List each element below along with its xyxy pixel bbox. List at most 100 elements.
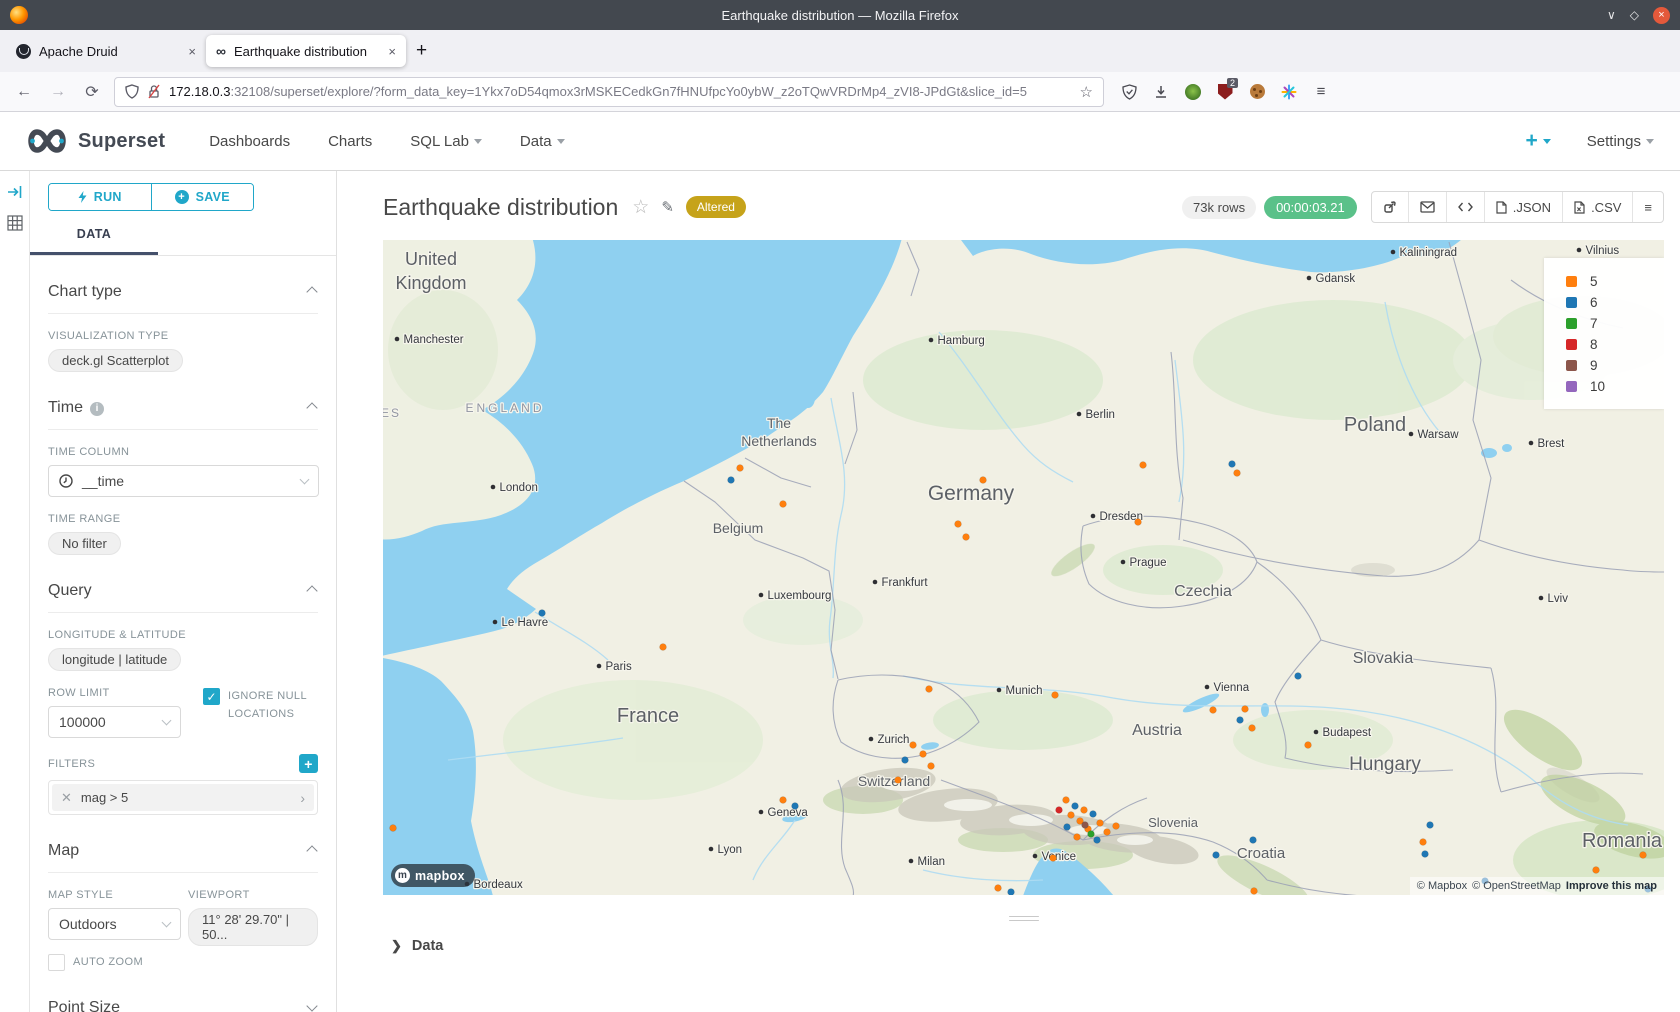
- data-point[interactable]: [1063, 797, 1070, 804]
- data-point[interactable]: [1094, 837, 1101, 844]
- window-close-button[interactable]: ×: [1653, 7, 1670, 24]
- data-point[interactable]: [980, 477, 987, 484]
- forward-button[interactable]: →: [46, 83, 70, 101]
- data-point[interactable]: [1593, 867, 1600, 874]
- back-button[interactable]: ←: [12, 83, 36, 101]
- data-point[interactable]: [1251, 888, 1258, 895]
- attribution-osm[interactable]: © OpenStreetMap: [1472, 880, 1561, 892]
- data-point[interactable]: [737, 465, 744, 472]
- nav-charts[interactable]: Charts: [328, 133, 372, 150]
- data-point[interactable]: [1295, 673, 1302, 680]
- attribution-mapbox[interactable]: © Mapbox: [1417, 880, 1467, 892]
- data-point[interactable]: [1081, 807, 1088, 814]
- nav-sql-lab[interactable]: SQL Lab: [410, 133, 482, 150]
- data-point[interactable]: [995, 885, 1002, 892]
- legend-item[interactable]: 5: [1544, 271, 1664, 292]
- data-point[interactable]: [1234, 470, 1241, 477]
- legend-item[interactable]: 10: [1544, 376, 1664, 397]
- tab-earthquake-distribution[interactable]: ∞ Earthquake distribution ×: [206, 35, 406, 67]
- bookmark-star-icon[interactable]: ☆: [1080, 83, 1093, 101]
- row-limit-select[interactable]: 100000: [48, 706, 181, 738]
- data-point[interactable]: [1072, 803, 1079, 810]
- shield-icon[interactable]: [125, 84, 139, 99]
- data-point[interactable]: [1135, 519, 1142, 526]
- lonlat-value[interactable]: longitude | latitude: [48, 648, 181, 671]
- mapbox-logo[interactable]: m mapbox: [391, 864, 475, 887]
- filter-expand-icon[interactable]: ›: [300, 790, 305, 806]
- save-button[interactable]: + SAVE: [151, 184, 254, 210]
- data-point[interactable]: [1242, 706, 1249, 713]
- export-csv-button[interactable]: .CSV: [1562, 192, 1632, 222]
- new-item-button[interactable]: +: [1526, 129, 1551, 153]
- menu-icon[interactable]: ≡: [1312, 83, 1330, 101]
- embed-code-button[interactable]: [1446, 192, 1484, 222]
- pocket-shield-icon[interactable]: [1120, 83, 1138, 101]
- window-minimize-icon[interactable]: ∨: [1607, 8, 1616, 22]
- data-results-panel[interactable]: ❯ Data: [383, 938, 1664, 954]
- privacy-badger-icon[interactable]: [1184, 83, 1202, 101]
- export-json-button[interactable]: .JSON: [1484, 192, 1562, 222]
- data-point[interactable]: [926, 686, 933, 693]
- data-point[interactable]: [920, 751, 927, 758]
- ublock-icon[interactable]: 2: [1216, 83, 1234, 101]
- data-point[interactable]: [955, 521, 962, 528]
- section-time[interactable]: Timei: [48, 399, 318, 430]
- viz-type-value[interactable]: deck.gl Scatterplot: [48, 349, 183, 372]
- data-point[interactable]: [1250, 837, 1257, 844]
- insecure-lock-icon[interactable]: [147, 84, 161, 99]
- email-button[interactable]: [1408, 192, 1446, 222]
- data-point[interactable]: [728, 477, 735, 484]
- data-point[interactable]: [1056, 807, 1063, 814]
- tab-close-icon[interactable]: ×: [388, 44, 396, 59]
- data-point[interactable]: [895, 777, 902, 784]
- data-point[interactable]: [1229, 461, 1236, 468]
- deckgl-map[interactable]: UnitedKingdomENGLANDESTheNetherlandsBelg…: [383, 240, 1664, 895]
- section-query[interactable]: Query: [48, 582, 318, 613]
- run-button[interactable]: RUN: [49, 184, 151, 210]
- ignore-null-checkbox[interactable]: ✓: [203, 688, 220, 705]
- share-link-button[interactable]: [1372, 192, 1408, 222]
- data-point[interactable]: [1113, 823, 1120, 830]
- data-point[interactable]: [660, 644, 667, 651]
- time-range-value[interactable]: No filter: [48, 532, 121, 555]
- data-point[interactable]: [1305, 742, 1312, 749]
- legend-item[interactable]: 8: [1544, 334, 1664, 355]
- map-style-select[interactable]: Outdoors: [48, 908, 181, 940]
- data-point[interactable]: [539, 610, 546, 617]
- data-point[interactable]: [963, 534, 970, 541]
- filter-item[interactable]: ✕ mag > 5 ›: [52, 784, 314, 811]
- data-point[interactable]: [1082, 822, 1089, 829]
- section-chart-type[interactable]: Chart type: [48, 283, 318, 314]
- add-filter-button[interactable]: +: [299, 754, 318, 773]
- downloads-icon[interactable]: [1152, 83, 1170, 101]
- settings-menu[interactable]: Settings: [1587, 133, 1654, 150]
- data-point[interactable]: [1210, 707, 1217, 714]
- url-bar[interactable]: 172.18.0.3:32108/superset/explore/?form_…: [114, 77, 1104, 107]
- reload-button[interactable]: ⟳: [80, 82, 104, 102]
- section-point-size[interactable]: Point Size: [48, 999, 318, 1012]
- cookie-extension-icon[interactable]: [1248, 83, 1266, 101]
- url-text[interactable]: 172.18.0.3:32108/superset/explore/?form_…: [169, 84, 1072, 99]
- data-point[interactable]: [1427, 822, 1434, 829]
- data-point[interactable]: [780, 501, 787, 508]
- data-point[interactable]: [1420, 839, 1427, 846]
- data-point[interactable]: [902, 757, 909, 764]
- data-point[interactable]: [1104, 829, 1111, 836]
- time-column-select[interactable]: __time: [48, 465, 319, 497]
- data-point[interactable]: [1088, 831, 1095, 838]
- tab-data[interactable]: DATA: [30, 227, 158, 255]
- panel-resize-handle[interactable]: [1009, 913, 1039, 924]
- favorite-star-icon[interactable]: ☆: [632, 196, 649, 219]
- data-point[interactable]: [390, 825, 397, 832]
- data-point[interactable]: [1422, 851, 1429, 858]
- data-point[interactable]: [1090, 811, 1097, 818]
- data-point[interactable]: [910, 742, 917, 749]
- attribution-improve-link[interactable]: Improve this map: [1566, 880, 1657, 892]
- data-point[interactable]: [1068, 812, 1075, 819]
- tab-apache-druid[interactable]: Apache Druid ×: [6, 35, 206, 67]
- data-point[interactable]: [1249, 725, 1256, 732]
- data-point[interactable]: [1140, 462, 1147, 469]
- collapse-panel-icon[interactable]: [7, 185, 23, 199]
- auto-zoom-checkbox[interactable]: [48, 954, 65, 971]
- data-point[interactable]: [1074, 834, 1081, 841]
